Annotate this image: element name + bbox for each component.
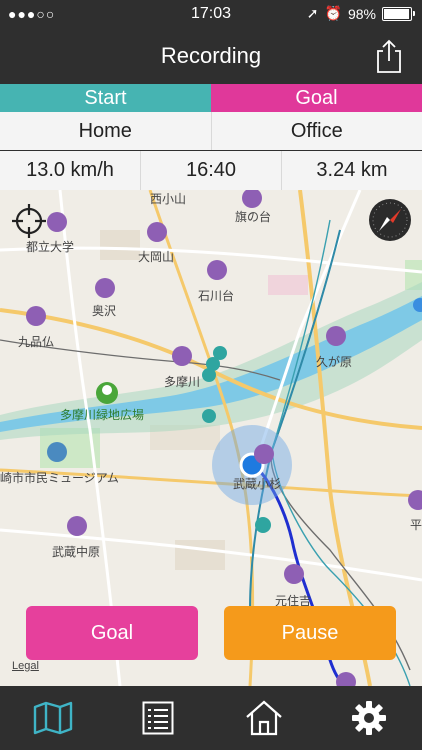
map-label: 多摩川: [164, 375, 201, 389]
battery-icon: [382, 6, 415, 21]
start-label: Start: [0, 84, 211, 112]
elapsed-time-value: 16:40: [141, 151, 281, 190]
pause-button[interactable]: Pause: [224, 606, 396, 660]
compass-button[interactable]: [368, 198, 412, 242]
map-label: 崎市市民ミュージアム: [0, 471, 119, 485]
locate-button[interactable]: [10, 202, 48, 240]
tab-list[interactable]: [106, 686, 212, 750]
list-icon: [142, 701, 174, 735]
status-right: ➚ ⏰ 98%: [306, 5, 415, 22]
location-arrow-icon: ➚: [306, 5, 319, 21]
map-label: 武蔵小杉: [233, 477, 282, 491]
block-area: [268, 275, 308, 295]
map-label: 久が原: [316, 355, 353, 369]
alarm-icon: ⏰: [324, 5, 342, 21]
stats-row: 13.0 km/h 16:40 3.24 km: [0, 151, 422, 190]
block-area: [175, 540, 225, 570]
tab-map[interactable]: [0, 686, 106, 750]
track-point: [202, 368, 216, 382]
distance-value: 3.24 km: [282, 151, 422, 190]
start-place[interactable]: Home: [0, 112, 211, 150]
map-label: 武蔵中原: [52, 545, 101, 559]
tab-home[interactable]: [211, 686, 317, 750]
park-marker: [96, 382, 118, 404]
map-label: 西小山: [150, 192, 187, 206]
goal-button[interactable]: Goal: [26, 606, 198, 660]
map-label: 石川台: [198, 289, 235, 303]
legal-link[interactable]: Legal: [12, 660, 39, 672]
battery-percent: 98%: [347, 5, 376, 22]
home-icon: [246, 700, 282, 736]
crosshair-icon: [12, 204, 46, 238]
map-label: 旗の台: [235, 210, 272, 224]
map-label: 大岡山: [138, 250, 175, 264]
map-icon: [33, 701, 72, 735]
nav-bar: Recording: [0, 30, 422, 84]
track-point: [202, 409, 216, 423]
track-point: [255, 517, 271, 533]
map-label: 平: [410, 518, 422, 532]
goal-label: Goal: [211, 84, 422, 112]
map-label: 九品仏: [18, 335, 55, 349]
route-header: Start Goal: [0, 84, 422, 112]
poi-marker: [47, 442, 67, 462]
battery-fill: [384, 8, 410, 19]
share-button[interactable]: [374, 38, 404, 74]
tab-bar: [0, 686, 422, 750]
compass-icon: [369, 199, 411, 241]
speed-value: 13.0 km/h: [0, 151, 140, 190]
status-bar: ●●●○○ 17:03 ➚ ⏰ 98%: [0, 0, 422, 30]
gear-icon: [352, 701, 387, 735]
goal-place[interactable]: Office: [211, 112, 422, 150]
share-icon: [377, 39, 401, 73]
map-label: 奥沢: [92, 304, 117, 318]
map-label: 多摩川緑地広場: [60, 408, 145, 422]
tab-settings[interactable]: [317, 686, 422, 750]
block-area: [100, 230, 140, 260]
map-label: 都立大学: [26, 240, 75, 254]
page-title: Recording: [160, 43, 262, 68]
route-places: Home Office: [0, 112, 422, 150]
